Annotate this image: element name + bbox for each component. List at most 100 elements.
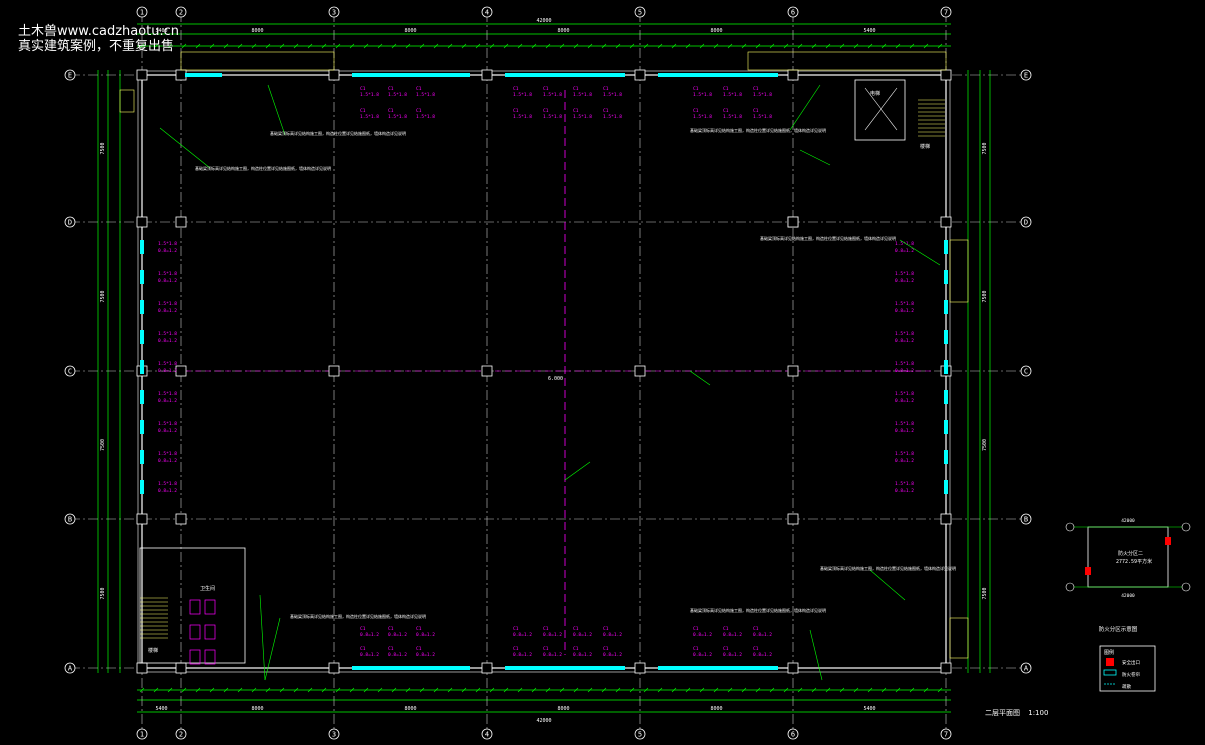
- window-size-label: 1.5*1.8: [895, 301, 914, 307]
- column: [787, 365, 799, 377]
- window-code-label: C1: [573, 108, 579, 114]
- elevation-label: 0.8=1.2: [360, 632, 379, 638]
- column: [175, 513, 187, 525]
- plan-title-block: 二层平面图 1:100: [985, 708, 1048, 718]
- column: [634, 365, 646, 377]
- elevation-label: 0.8=1.2: [543, 632, 562, 638]
- axis-bubble-label: 2: [179, 731, 183, 739]
- axis-bubble-label: 5: [638, 731, 642, 739]
- window-size-label: 1.5*1.8: [158, 391, 177, 397]
- window-size-label: 1.5*1.8: [158, 421, 177, 427]
- key-plan-dim: 42000: [1121, 518, 1135, 524]
- elevation-label: 0.8=1.2: [158, 308, 177, 314]
- window-size-label: 1.5*1.8: [603, 114, 622, 120]
- bay-dimension: 5400: [863, 706, 875, 712]
- window-size-label: 1.5*1.8: [158, 451, 177, 457]
- window-code-label: C1: [543, 86, 549, 92]
- window-size-label: 1.5*1.8: [693, 114, 712, 120]
- window-size-label: 1.5*1.8: [895, 421, 914, 427]
- window-code-label: C1: [513, 626, 519, 632]
- annotations: C11.5*1.8C11.5*1.8C10.8=1.2C10.8=1.2C11.…: [158, 84, 956, 681]
- window-code-label: C1: [388, 626, 394, 632]
- window-size-label: 1.5*1.8: [723, 114, 742, 120]
- key-plan-dim: 42000: [1121, 593, 1135, 599]
- elevation-label: 0.8=1.2: [603, 652, 622, 658]
- axis-grid: [70, 12, 1030, 735]
- window: [944, 450, 948, 464]
- window-size-label: 1.5*1.8: [416, 114, 435, 120]
- elevation-label: 0.8=1.2: [693, 652, 712, 658]
- leader-line: [689, 370, 711, 386]
- legend-swatch-shutter: [1103, 669, 1117, 676]
- window: [944, 390, 948, 404]
- construction-note: 基础梁顶标高详见结构施工图，构造柱位置详见结施图纸，墙体构造详见说明: [195, 165, 331, 171]
- window: [140, 420, 144, 434]
- overall-dimension: 42000: [536, 718, 551, 724]
- window-code-label: C1: [753, 626, 759, 632]
- axis-bubble-label: 6: [791, 731, 795, 739]
- toilet-label: 卫生间: [200, 585, 215, 592]
- elevation-label: 0.8=1.2: [723, 652, 742, 658]
- floor-plan-drawing: 42000 42000 5400 5400 8000 8000 8000 8000 8000 80…: [64, 6, 1191, 740]
- window: [352, 73, 470, 77]
- axis-bubble-label: 2: [179, 9, 183, 17]
- leader-line: [267, 84, 286, 136]
- window-code-label: C1: [693, 108, 699, 114]
- elevation-label: 0.8=1.2: [388, 632, 407, 638]
- row-dimension: 7500: [982, 587, 988, 599]
- row-dimension: 7500: [100, 587, 106, 599]
- window-code-label: C1: [723, 646, 729, 652]
- column: [634, 662, 646, 674]
- construction-note: 基础梁顶标高详见结构施工图，构造柱位置详见结施图纸，墙体构造详见说明: [270, 130, 406, 136]
- window-size-label: 1.5*1.8: [388, 114, 407, 120]
- window-code-label: C1: [416, 626, 422, 632]
- row-dimension: 7500: [100, 290, 106, 302]
- window-size-label: 1.5*1.8: [543, 114, 562, 120]
- window-code-label: C1: [753, 86, 759, 92]
- elevation-label: 0.8=1.2: [158, 278, 177, 284]
- window-code-label: C1: [603, 86, 609, 92]
- entrance-outline: [119, 89, 135, 113]
- elevation-label: 0.8=1.2: [388, 652, 407, 658]
- toilet-stall: [204, 624, 216, 640]
- window-size-label: 1.5*1.8: [388, 92, 407, 98]
- construction-note: 基础梁顶标高详见结构施工图，构造柱位置详见结施图纸，墙体构造详见说明: [690, 607, 826, 613]
- column: [328, 69, 340, 81]
- window-size-label: 1.5*1.8: [158, 301, 177, 307]
- axis-bubble-label: 1: [140, 731, 144, 739]
- window-code-label: C1: [603, 646, 609, 652]
- column: [328, 662, 340, 674]
- window: [140, 300, 144, 314]
- watermark: 土木兽www.cadzhaotu.cn 真实建筑案例，不重复出售: [18, 24, 179, 54]
- axis-bubble-label: E: [1024, 72, 1028, 80]
- window-code-label: C1: [513, 108, 519, 114]
- window-size-label: 1.5*1.8: [360, 114, 379, 120]
- window-code-label: C1: [723, 86, 729, 92]
- column: [175, 216, 187, 228]
- leader-line: [159, 127, 211, 169]
- window-size-label: 1.5*1.8: [895, 331, 914, 337]
- column: [175, 662, 187, 674]
- window-size-label: 1.5*1.8: [158, 331, 177, 337]
- axis-bubble-label: C: [68, 368, 72, 376]
- structural-columns: [136, 69, 952, 674]
- key-plan-bubble: [1181, 582, 1191, 592]
- axis-bubble-label: 6: [791, 9, 795, 17]
- legend-title: 图例: [1104, 649, 1114, 656]
- leader-line: [869, 569, 906, 601]
- window-size-label: 1.5*1.8: [753, 114, 772, 120]
- entrance-outline: [949, 617, 969, 659]
- window: [140, 390, 144, 404]
- elevation-label: 0.8=1.2: [158, 338, 177, 344]
- axis-bubble-label: 3: [332, 9, 336, 17]
- elevation-label: 0.8=1.2: [573, 652, 592, 658]
- key-plan-area-label: 防火分区二: [1118, 550, 1143, 557]
- window-code-label: C1: [573, 86, 579, 92]
- elevation-label: 0.8=1.2: [158, 248, 177, 254]
- window-code-label: C1: [416, 646, 422, 652]
- bay-dimension: 5400: [155, 706, 167, 712]
- column: [940, 662, 952, 674]
- window: [944, 330, 948, 344]
- column: [787, 513, 799, 525]
- axis-bubble-label: 5: [638, 9, 642, 17]
